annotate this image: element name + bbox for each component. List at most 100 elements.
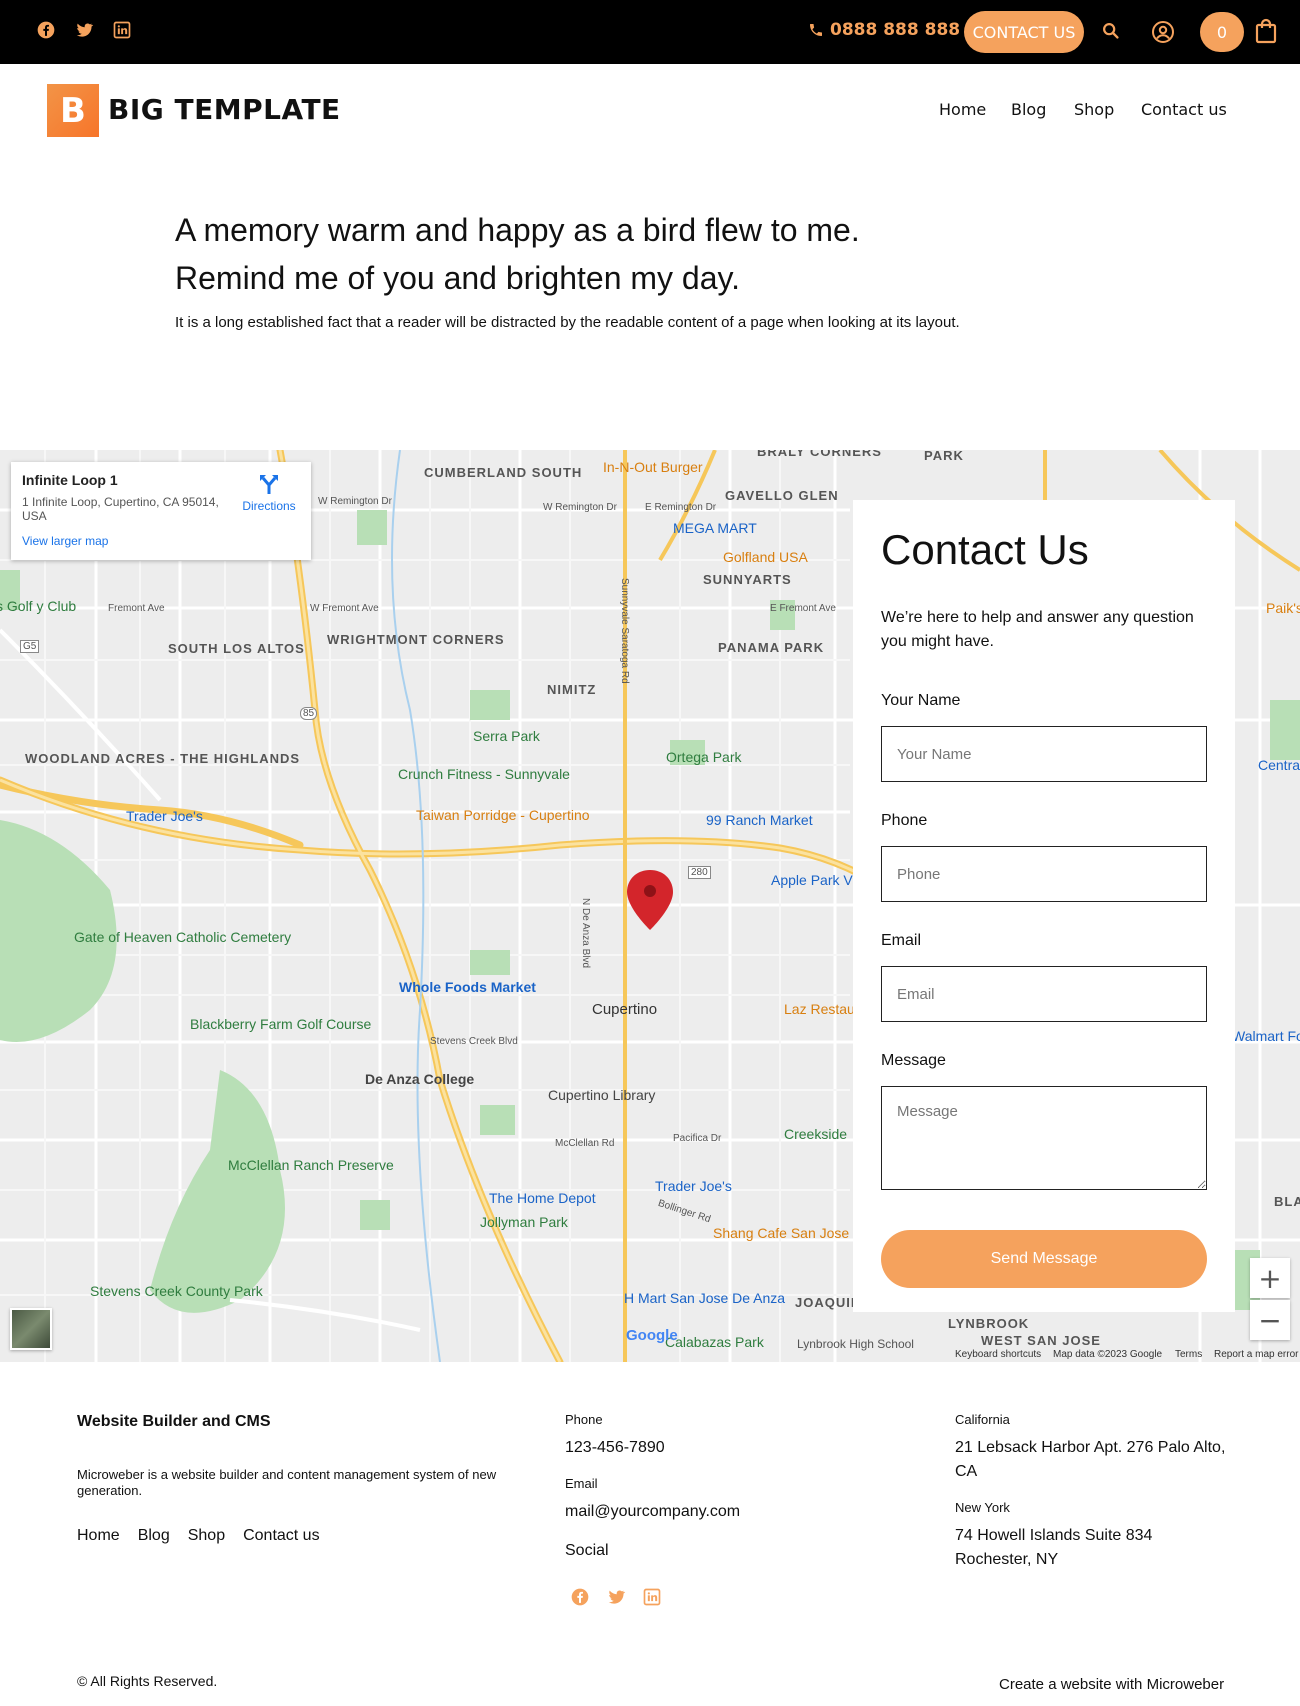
map-label-serra-park[interactable]: Serra Park	[473, 728, 540, 744]
map-label-fremont-2: W Fremont Ave	[310, 603, 379, 614]
footer-phone[interactable]: 123-456-7890	[565, 1436, 665, 1460]
send-message-button[interactable]: Send Message	[881, 1230, 1207, 1288]
map-label-walmart[interactable]: Walmart Food Market	[1232, 1029, 1300, 1043]
twitter-icon[interactable]	[74, 20, 94, 40]
view-larger-map-link[interactable]: View larger map	[22, 534, 108, 548]
linkedin-icon[interactable]	[112, 20, 132, 40]
map-label-apple-park[interactable]: Apple Park Vi	[771, 872, 856, 888]
map-label-trader-joes-1[interactable]: Trader Joe's	[126, 808, 203, 824]
map-label-stevens-creek-blvd: Stevens Creek Blvd	[430, 1036, 518, 1047]
footer-link-blog[interactable]: Blog	[138, 1527, 170, 1545]
top-bar: 0888 888 888 CONTACT US 0	[0, 0, 1300, 64]
map-label-remington-2: W Remington Dr	[543, 502, 617, 513]
footer-california-label: California	[955, 1412, 1010, 1427]
contact-subtitle: We’re here to help and answer any questi…	[881, 609, 1194, 650]
map-label-wrightmont: WRIGHTMONT CORNERS	[327, 632, 505, 647]
map-label-h-mart[interactable]: H Mart San Jose De Anza	[624, 1290, 785, 1306]
hero-heading-line-1: A memory warm and happy as a bird flew t…	[175, 212, 860, 248]
map-label-ortega-park[interactable]: Ortega Park	[666, 749, 741, 765]
map-label-braly-corners: BRALY CORNERS	[757, 450, 882, 459]
topbar-phone[interactable]: 0888 888 888	[808, 20, 960, 40]
shopping-bag-icon[interactable]	[1254, 18, 1278, 44]
map-label-panama-park: PANAMA PARK	[718, 640, 825, 655]
search-icon[interactable]	[1100, 20, 1122, 42]
hero-heading-line-2: Remind me of you and brighten my day.	[175, 260, 741, 296]
name-field[interactable]	[881, 726, 1207, 782]
map-label-sunnyarts: SUNNYARTS	[703, 572, 792, 587]
map-label-blackberry-farm[interactable]: Blackberry Farm Golf Course	[190, 1017, 371, 1031]
map-label-taiwan-porridge[interactable]: Taiwan Porridge - Cupertino	[416, 808, 590, 822]
footer-newyork-label: New York	[955, 1500, 1010, 1515]
map-label-golf-club[interactable]: s Golf y Club	[0, 599, 76, 613]
map-label-centra[interactable]: Centra	[1258, 757, 1300, 773]
nav-home[interactable]: Home	[939, 100, 986, 119]
footer-credit-link[interactable]: Create a website with Microweber	[999, 1676, 1224, 1693]
map-label-cupertino-library[interactable]: Cupertino Library	[548, 1087, 655, 1103]
map-label-99-ranch[interactable]: 99 Ranch Market	[706, 812, 813, 828]
map-terms-link[interactable]: Terms	[1175, 1349, 1202, 1360]
directions-button[interactable]: Directions	[239, 472, 299, 513]
map-label-mega-mart[interactable]: MEGA MART	[673, 520, 757, 536]
facebook-icon[interactable]	[570, 1587, 590, 1607]
map-label-cupertino: Cupertino	[592, 1001, 658, 1018]
satellite-toggle[interactable]	[10, 1308, 52, 1350]
map-label-de-anza-college[interactable]: De Anza College	[365, 1071, 474, 1087]
map-label-calabazas-park[interactable]: Calabazas Park	[665, 1334, 764, 1350]
footer-nav: Home Blog Shop Contact us	[77, 1527, 320, 1545]
map-label-joaquin: JOAQUIN	[795, 1295, 862, 1310]
map-label-shang-cafe[interactable]: Shang Cafe San Jose	[713, 1225, 849, 1241]
directions-icon	[260, 475, 278, 494]
facebook-icon[interactable]	[36, 20, 56, 40]
map-data-credit: Map data ©2023 Google	[1053, 1349, 1163, 1360]
map-label-home-depot[interactable]: The Home Depot	[489, 1190, 596, 1206]
logo-text[interactable]: BIG TEMPLATE	[108, 93, 341, 126]
map-label-fremont-3: E Fremont Ave	[770, 603, 836, 614]
message-field[interactable]	[881, 1086, 1207, 1190]
map-label-creekside[interactable]: Creekside	[784, 1126, 847, 1142]
map-label-mcclellan-rd: McClellan Rd	[555, 1138, 615, 1149]
map-label-whole-foods[interactable]: Whole Foods Market	[399, 979, 536, 995]
map-label-west-san-jose: WEST SAN JOSE	[981, 1333, 1101, 1348]
twitter-icon[interactable]	[606, 1587, 626, 1607]
email-field[interactable]	[881, 966, 1207, 1022]
map-place-title: Infinite Loop 1	[22, 472, 118, 488]
footer-email[interactable]: mail@yourcompany.com	[565, 1500, 740, 1524]
map-label-bla: BLA	[1274, 1194, 1300, 1209]
nav-blog[interactable]: Blog	[1011, 100, 1046, 119]
map-report-error-link[interactable]: Report a map error	[1214, 1349, 1298, 1360]
map-label-jollyman[interactable]: Jollyman Park	[480, 1214, 568, 1230]
map-label-trader-joes-2[interactable]: Trader Joe's	[655, 1178, 732, 1194]
contact-form-card: Contact Us We’re here to help and answer…	[853, 500, 1235, 1312]
map-label-in-n-out[interactable]: In-N-Out Burger	[603, 459, 703, 475]
nav-contact[interactable]: Contact us	[1141, 100, 1227, 119]
map-label-gavello-glen: GAVELLO GLEN	[725, 488, 839, 503]
map-label-mcclellan[interactable]: McClellan Ranch Preserve	[228, 1158, 394, 1172]
footer-link-home[interactable]: Home	[77, 1527, 120, 1545]
map-label-paiks[interactable]: Paik's	[1266, 600, 1300, 616]
map-label-gate-of-heaven[interactable]: Gate of Heaven Catholic Cemetery	[74, 930, 291, 944]
map-label-fremont-1: Fremont Ave	[108, 603, 165, 614]
map-label-stevens-creek-park[interactable]: Stevens Creek County Park	[90, 1284, 263, 1298]
linkedin-icon[interactable]	[642, 1587, 662, 1607]
contact-us-button[interactable]: CONTACT US	[964, 11, 1084, 53]
map-label-park: PARK	[924, 450, 964, 463]
zoom-out-button[interactable]: −	[1250, 1300, 1290, 1340]
cart-count-badge[interactable]: 0	[1200, 12, 1244, 52]
map-label-lazy[interactable]: Laz Restaurant	[784, 1002, 879, 1016]
contact-title: Contact Us	[881, 526, 1089, 573]
logo-mark[interactable]: B	[47, 84, 99, 137]
hero-paragraph: It is a long established fact that a rea…	[175, 314, 960, 331]
map-label-woodland: WOODLAND ACRES - THE HIGHLANDS	[25, 752, 299, 765]
footer-email-label: Email	[565, 1476, 598, 1491]
map-label-remington-1: W Remington Dr	[318, 496, 392, 507]
map-label-crunch[interactable]: Crunch Fitness - Sunnyvale	[398, 767, 570, 781]
phone-field[interactable]	[881, 846, 1207, 902]
map-label-lynbrook-hs[interactable]: Lynbrook High School	[797, 1337, 914, 1351]
user-icon[interactable]	[1151, 20, 1175, 44]
footer-link-shop[interactable]: Shop	[188, 1527, 225, 1545]
zoom-in-button[interactable]: +	[1250, 1258, 1290, 1298]
nav-shop[interactable]: Shop	[1074, 100, 1114, 119]
map-label-golfland[interactable]: Golfland USA	[723, 549, 808, 565]
map-keyboard-shortcuts[interactable]: Keyboard shortcuts	[955, 1349, 1041, 1360]
footer-link-contact[interactable]: Contact us	[243, 1527, 319, 1545]
